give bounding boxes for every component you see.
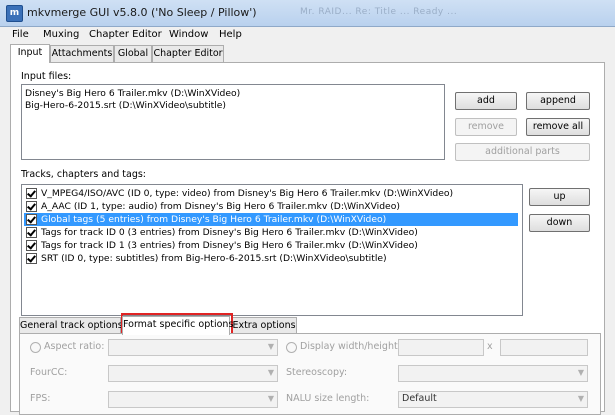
- remove-all-button[interactable]: remove all: [526, 118, 590, 136]
- additional-parts-button[interactable]: additional parts: [455, 143, 590, 161]
- tab-format-specific-options[interactable]: Format specific options: [122, 316, 233, 335]
- aspect-ratio-radio[interactable]: [30, 342, 41, 353]
- nalu-size-length-combo[interactable]: Default ▼: [398, 391, 588, 408]
- tab-general-track-options[interactable]: General track options: [19, 317, 123, 334]
- aspect-ratio-combo[interactable]: ▼: [108, 339, 278, 356]
- remove-button[interactable]: remove: [455, 118, 517, 136]
- track-item-selected[interactable]: Global tags (5 entries) from Disney's Bi…: [24, 213, 518, 226]
- menu-file[interactable]: File: [12, 29, 29, 40]
- x-separator: x: [487, 341, 493, 352]
- menu-muxing[interactable]: Muxing: [43, 29, 79, 40]
- menu-help[interactable]: Help: [219, 29, 242, 40]
- append-button[interactable]: append: [526, 92, 590, 110]
- dropdown-arrow-icon: ▼: [267, 394, 274, 403]
- track-item[interactable]: Tags for track ID 0 (3 entries) from Dis…: [24, 226, 518, 239]
- tab-chapter-editor[interactable]: Chapter Editor: [152, 45, 224, 62]
- track-item[interactable]: Tags for track ID 1 (3 entries) from Dis…: [24, 239, 518, 252]
- display-height-input[interactable]: [500, 339, 588, 356]
- checkbox-checked[interactable]: [26, 239, 37, 251]
- dropdown-arrow-icon: ▼: [267, 342, 274, 351]
- menu-chapter-editor[interactable]: Chapter Editor: [89, 29, 162, 40]
- checkbox-checked[interactable]: [26, 213, 37, 225]
- fps-label: FPS:: [30, 393, 51, 404]
- checkbox-checked[interactable]: [26, 226, 37, 238]
- fourcc-combo[interactable]: ▼: [108, 365, 278, 382]
- dropdown-arrow-icon: ▼: [577, 394, 584, 403]
- input-panel: Input files: Disney's Big Hero 6 Trailer…: [10, 62, 605, 415]
- display-width-input[interactable]: [398, 339, 484, 356]
- stereoscopy-combo[interactable]: ▼: [398, 365, 588, 382]
- tab-attachments[interactable]: Attachments: [50, 45, 114, 62]
- down-button[interactable]: down: [529, 214, 590, 232]
- display-wh-label: Display width/height:: [300, 341, 401, 352]
- add-button[interactable]: add: [455, 92, 517, 110]
- dropdown-arrow-icon: ▼: [267, 368, 274, 377]
- dropdown-arrow-icon: ▼: [577, 368, 584, 377]
- track-item[interactable]: SRT (ID 0, type: subtitles) from Big-Her…: [24, 252, 518, 265]
- checkbox-checked[interactable]: [26, 187, 37, 199]
- input-file-item[interactable]: Big-Hero-6-2015.srt (D:\WinXVideo\subtit…: [25, 100, 226, 111]
- tab-global[interactable]: Global: [114, 45, 152, 62]
- up-button[interactable]: up: [529, 188, 590, 206]
- display-wh-radio[interactable]: [286, 342, 297, 353]
- nalu-size-length-label: NALU size length:: [286, 393, 370, 404]
- checkbox-checked[interactable]: [26, 200, 37, 212]
- tab-input[interactable]: Input: [10, 44, 50, 63]
- nalu-size-length-value: Default: [402, 393, 437, 404]
- fps-combo[interactable]: ▼: [108, 391, 278, 408]
- menu-window[interactable]: Window: [169, 29, 208, 40]
- format-options-panel: Aspect ratio: ▼ Display width/height: x …: [19, 333, 601, 415]
- title-bar[interactable]: m mkvmerge GUI v5.8.0 ('No Sleep / Pillo…: [0, 0, 615, 27]
- tracks-list[interactable]: V_MPEG4/ISO/AVC (ID 0, type: video) from…: [21, 184, 523, 316]
- tab-extra-options[interactable]: Extra options: [231, 317, 297, 334]
- input-file-item[interactable]: Disney's Big Hero 6 Trailer.mkv (D:\WinX…: [25, 88, 240, 99]
- track-item[interactable]: V_MPEG4/ISO/AVC (ID 0, type: video) from…: [24, 187, 518, 200]
- fourcc-label: FourCC:: [30, 367, 68, 378]
- app-icon: m: [6, 5, 23, 22]
- input-files-list[interactable]: Disney's Big Hero 6 Trailer.mkv (D:\WinX…: [21, 84, 445, 160]
- stereoscopy-label: Stereoscopy:: [286, 367, 348, 378]
- checkbox-checked[interactable]: [26, 252, 37, 264]
- input-files-label: Input files:: [21, 71, 72, 82]
- track-item[interactable]: A_AAC (ID 1, type: audio) from Disney's …: [24, 200, 518, 213]
- aspect-ratio-label: Aspect ratio:: [44, 341, 105, 352]
- tracks-label: Tracks, chapters and tags:: [21, 169, 147, 180]
- window-title: mkvmerge GUI v5.8.0 ('No Sleep / Pillow'…: [27, 6, 257, 19]
- background-window-text: Mr. RAID... Re: Title ... Ready ...: [300, 7, 458, 17]
- menu-bar: File Muxing Chapter Editor Window Help: [0, 27, 615, 44]
